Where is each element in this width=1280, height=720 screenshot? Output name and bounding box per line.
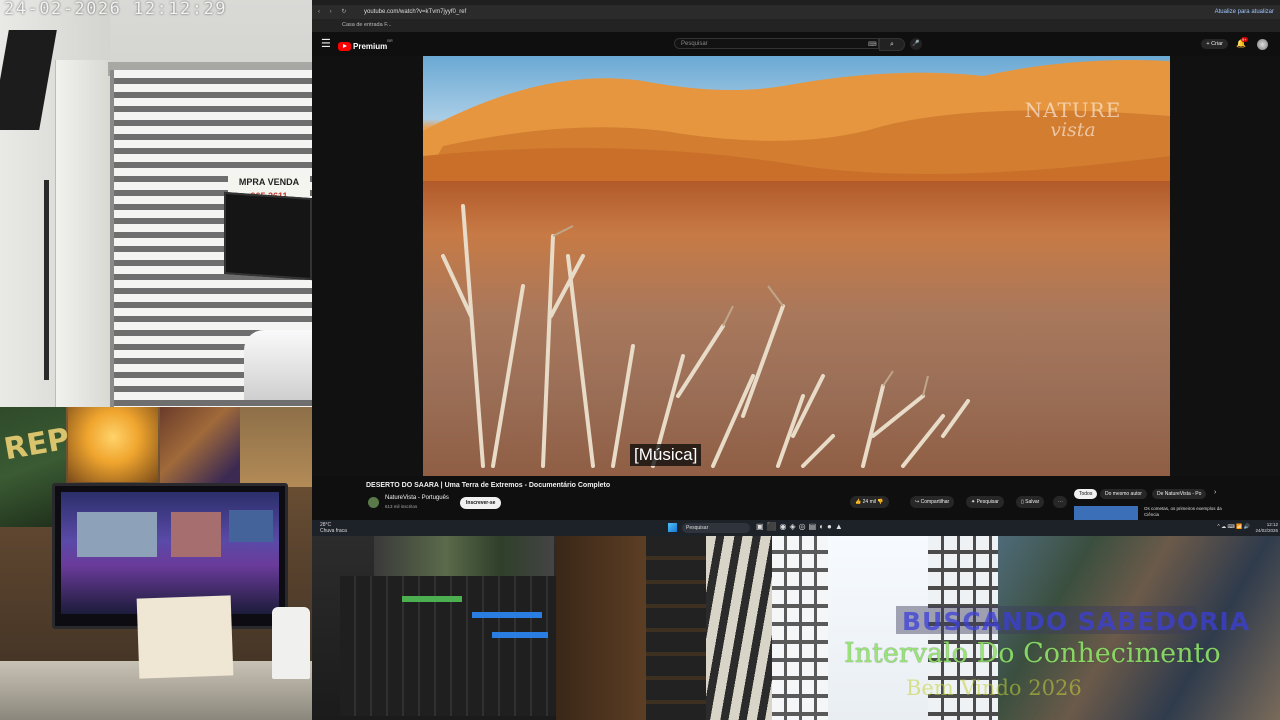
watermark-line2: vista: [1050, 119, 1096, 141]
account-avatar[interactable]: [1257, 39, 1268, 50]
keyboard-icon[interactable]: ⌨: [868, 41, 877, 48]
white-bottle: [272, 607, 310, 679]
bookmark-item[interactable]: Casa de entrada F...: [342, 19, 392, 32]
browser-update-notice[interactable]: Atualize para atualizar: [1215, 5, 1274, 19]
laptop-thumb-1: [77, 512, 157, 557]
laptop-thumb-2: [171, 512, 221, 557]
desk-camera-feed: REP: [0, 407, 312, 720]
channel-avatar[interactable]: [368, 497, 379, 508]
youtube-region: BR: [387, 38, 393, 43]
sign-text: MPRA VENDA: [238, 177, 300, 187]
address-bar[interactable]: ‹ › ↻ youtube.com/watch?v=kTvm7jyyf0_ref…: [312, 5, 1280, 19]
desk-lamp: [68, 407, 158, 482]
level-meter-blue: [472, 612, 542, 618]
windows-start-icon[interactable]: [668, 523, 677, 532]
hamburger-menu-icon[interactable]: ☰: [321, 37, 331, 50]
create-button[interactable]: + Criar: [1201, 39, 1228, 49]
street-monitor: [224, 191, 312, 281]
watermark-line1: NATURE: [1024, 98, 1122, 122]
notification-badge: 9+: [1241, 37, 1248, 42]
dead-branches: [441, 204, 970, 468]
search-in-video-label: Pesquisar: [976, 499, 999, 505]
youtube-logo-text: Premium: [353, 42, 388, 52]
window-grid-left: [772, 536, 828, 720]
taskbar-clock[interactable]: 12:12 24/02/2026: [1255, 522, 1278, 534]
youtube-header: ☰ PremiumBR Pesquisar ⌨ ⌕ 🎤 + Criar 🔔 9+: [312, 32, 1280, 56]
chip-same-author[interactable]: Do mesmo autor: [1100, 489, 1147, 499]
room-window: [240, 407, 312, 487]
taskbar-search[interactable]: Pesquisar: [682, 523, 750, 533]
youtube-logo[interactable]: PremiumBR: [338, 38, 393, 52]
laptop-thumb-3: [229, 510, 273, 542]
url-text[interactable]: youtube.com/watch?v=kTvm7jyyf0_ref: [364, 5, 466, 19]
chip-all[interactable]: Todos: [1074, 489, 1098, 499]
overlay-welcome: Bem Vindo 2026: [906, 676, 1082, 700]
subscribe-button[interactable]: Inscrever-se: [460, 497, 502, 509]
room-camera-feed: BUSCANDO SABEDORIA Intervalo Do Conhecim…: [556, 536, 1280, 720]
video-title: DESERTO DO SAARA | Uma Terra de Extremos…: [366, 482, 611, 489]
channel-subscribers: 613 mil inscritos: [385, 504, 418, 509]
more-actions-button[interactable]: ⋯: [1053, 496, 1067, 508]
weather-widget[interactable]: 28°C Chuva fraca: [320, 522, 347, 534]
video-player[interactable]: NATURE vista [Música]: [423, 56, 1170, 476]
search-in-video-button[interactable]: ✦ Pesquisar: [966, 496, 1004, 508]
patterned-curtain: [706, 536, 772, 720]
share-label: Compartilhar: [920, 499, 950, 505]
overlay-subtitle: Intervalo Do Conhecimento: [844, 638, 1221, 669]
save-button[interactable]: ▯ Salvar: [1016, 496, 1045, 508]
hanging-cable: [44, 180, 49, 380]
recommended-title[interactable]: Os cometas, os primeiros exemplos da Ciê…: [1144, 506, 1234, 518]
camera-timestamp: 24-02-2026 12:12:29: [4, 0, 227, 19]
weather-text: Chuva fraca: [320, 528, 347, 534]
security-camera-feed: MPRA VENDA 965 2611 24-02-2026 12:12:29: [0, 0, 312, 407]
youtube-play-icon: [338, 42, 351, 52]
taskbar-app-icons[interactable]: ▣⬛◉◈◎▤◐●▲: [756, 522, 846, 531]
like-button[interactable]: 👍 24 mil 👎: [850, 496, 889, 508]
wall-pillar: [55, 60, 111, 407]
channel-watermark: NATURE vista: [1023, 100, 1123, 140]
bookmark-icon: ▯: [1021, 499, 1024, 505]
recommended-thumbnail[interactable]: [1074, 506, 1138, 520]
level-meter-green: [402, 596, 462, 602]
sparkle-icon: ✦: [971, 499, 976, 505]
share-icon: ↪: [915, 499, 920, 505]
search-icon: ⌕: [890, 41, 894, 48]
notifications-bell-icon[interactable]: 🔔 9+: [1236, 37, 1248, 48]
like-count: 👍 24 mil: [855, 499, 876, 505]
save-label: Salvar: [1025, 499, 1040, 505]
desk-calendar: [136, 595, 234, 679]
search-button[interactable]: ⌕: [879, 38, 905, 51]
mixer-camera-feed: [312, 536, 556, 720]
chevron-right-icon[interactable]: ›: [1214, 489, 1216, 496]
channel-name[interactable]: NatureVista - Português: [385, 495, 449, 501]
player-letterbox-left: [312, 56, 423, 476]
overlay-title: BUSCANDO SABEDORIA: [902, 607, 1251, 636]
bookmarks-bar: Casa de entrada F...: [312, 19, 1280, 32]
search-input[interactable]: Pesquisar: [674, 38, 879, 49]
dislike-icon[interactable]: 👎: [877, 499, 883, 505]
level-meter-blue-2: [492, 632, 548, 638]
share-button[interactable]: ↪ Compartilhar: [910, 496, 955, 508]
player-letterbox-right: [1170, 56, 1280, 476]
clock-date: 24/02/2026: [1255, 528, 1278, 533]
browser-window: ‹ › ↻ youtube.com/watch?v=kTvm7jyyf0_ref…: [312, 0, 1280, 520]
wooden-door: [556, 536, 646, 720]
voice-search-icon[interactable]: 🎤: [910, 38, 922, 50]
chip-channel[interactable]: De NatureVista - Po: [1152, 489, 1207, 499]
wall-art-text: REP: [1, 421, 73, 468]
windows-taskbar: 28°C Chuva fraca Pesquisar ▣⬛◉◈◎▤◐●▲ ^ ☁…: [312, 520, 1280, 536]
nav-buttons[interactable]: ‹ › ↻: [318, 5, 350, 19]
video-caption: [Música]: [630, 444, 702, 466]
bookshelf: [646, 536, 706, 720]
system-tray-icons[interactable]: ^ ☁ ⌨ 📶 🔊: [1217, 524, 1250, 530]
laptop-screen: [61, 492, 279, 614]
parked-car: [244, 330, 312, 400]
